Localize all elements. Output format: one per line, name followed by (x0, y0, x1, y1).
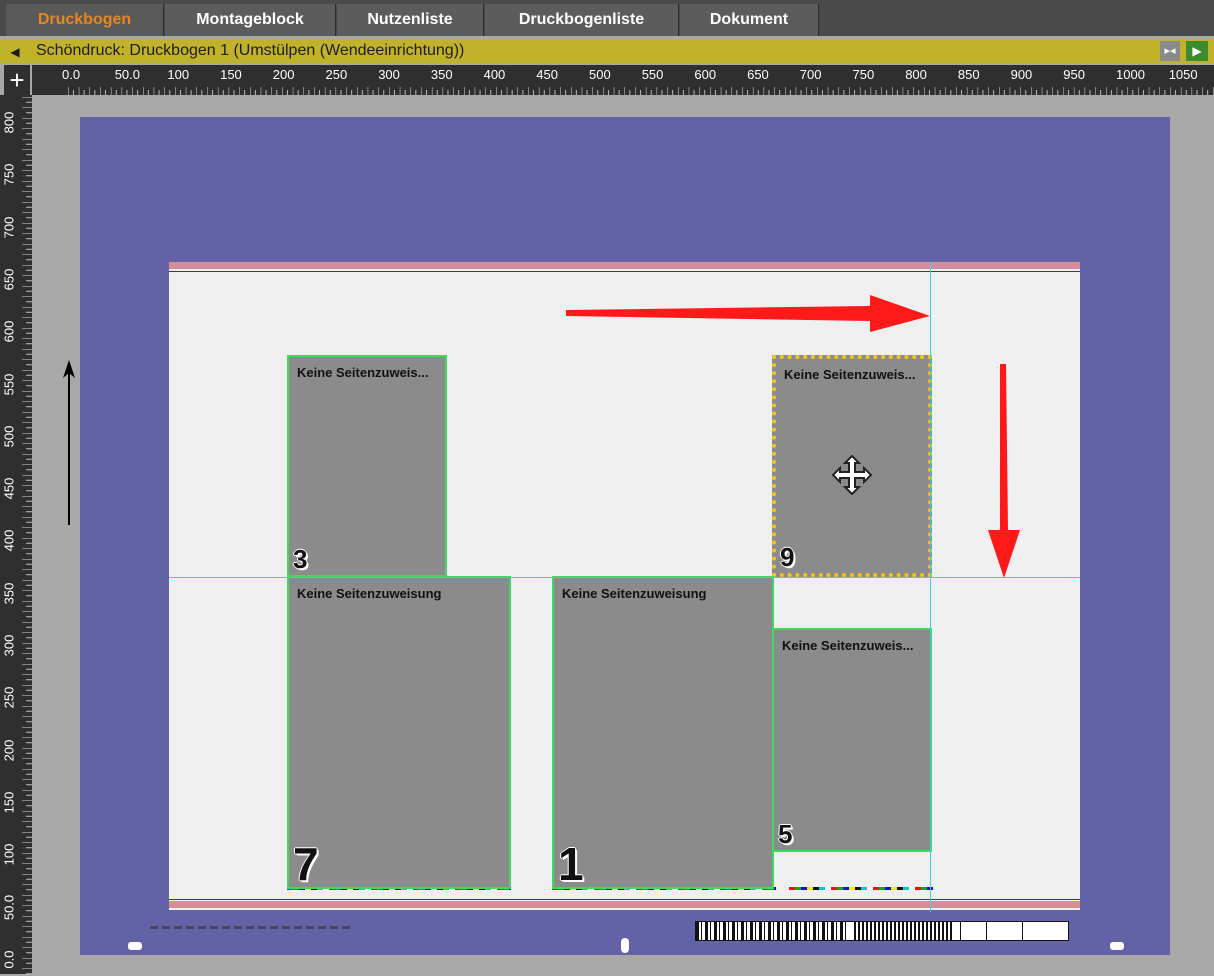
ruler-label: 350 (1, 582, 17, 605)
ruler-label: 50.0 (1, 894, 17, 920)
ruler-label: 250 (1, 686, 17, 709)
ruler-label: 750 (852, 67, 875, 82)
tab-druckbogen[interactable]: Druckbogen (6, 4, 164, 36)
tab-dokument[interactable]: Dokument (680, 4, 819, 36)
page-5[interactable]: Keine Seitenzuweis... 5 (772, 628, 932, 852)
sheet-edge-top (169, 262, 1080, 269)
sheet-bar: ◀ Schöndruck: Druckbogen 1 (Umstülpen (W… (0, 39, 1214, 63)
page-label: Keine Seitenzuweis... (784, 367, 916, 382)
ruler-label: 750 (1, 163, 17, 186)
ruler-label: 150 (220, 67, 242, 82)
resize-handle[interactable] (1110, 942, 1124, 950)
ruler-label: 200 (1, 739, 17, 761)
ruler-label: 50.0 (114, 67, 140, 82)
triangle-right-icon[interactable]: ▶ (1186, 41, 1208, 61)
ruler-label: 400 (483, 67, 506, 82)
press-sheet[interactable]: Keine Seitenzuweis... 3 Keine Seitenzuwe… (169, 262, 1080, 910)
ruler-label: 1000 (1116, 67, 1145, 82)
color-bar (789, 887, 934, 890)
page-9[interactable]: Keine Seitenzuweis... 9 (772, 355, 932, 577)
page-1[interactable]: Keine Seitenzuweisung 1 (552, 576, 774, 890)
ruler-label: 600 (1, 320, 17, 343)
gripper-line-bottom (169, 899, 1080, 900)
resize-handle[interactable] (128, 942, 142, 950)
page-number: 3 (293, 544, 308, 574)
resize-handle[interactable] (621, 938, 629, 953)
ruler-label: 950 (1063, 67, 1085, 82)
crosshair-icon[interactable]: + (4, 65, 30, 95)
triangle-left-icon[interactable]: ◀ (6, 43, 24, 61)
ruler-label: 250 (325, 67, 348, 82)
ruler-label: 300 (378, 67, 400, 82)
page-number: 9 (780, 542, 795, 572)
ruler-label: 200 (272, 67, 295, 82)
slug-text (150, 926, 350, 929)
barcode (854, 922, 954, 940)
ruler-label: 450 (536, 67, 558, 82)
gripper-line-top (169, 271, 1080, 272)
arrow-up-icon (63, 360, 75, 525)
page-number: 5 (778, 819, 793, 849)
ruler-label: 500 (1, 425, 17, 448)
page-number: 1 (558, 838, 584, 890)
tab-montageblock[interactable]: Montageblock (165, 4, 336, 36)
ruler-label: 850 (957, 67, 980, 82)
page-label: Keine Seitenzuweisung (297, 586, 442, 601)
tab-bar: Druckbogen Montageblock Nutzenliste Druc… (0, 0, 1214, 36)
ruler-label: 900 (1010, 67, 1033, 82)
ruler-label: 450 (1, 477, 17, 500)
ruler-label: 150 (1, 791, 17, 814)
barcode (696, 922, 846, 940)
ruler-label: 700 (1, 216, 17, 238)
guide-line-vertical[interactable] (930, 262, 931, 912)
ruler-label: 650 (747, 67, 769, 82)
tab-nutzenliste[interactable]: Nutzenliste (337, 4, 484, 36)
ruler-label: 100 (167, 67, 190, 82)
vertical-ruler[interactable]: 800 750 700 650 600 550 500 450 400 350 300 250 200 1… (0, 95, 32, 974)
page-label: Keine Seitenzuweis... (782, 638, 914, 653)
red-arrow-down-icon (988, 364, 1020, 578)
ruler-label: 500 (589, 67, 611, 82)
move-cursor-icon (832, 455, 872, 495)
page-number: 7 (293, 838, 319, 890)
sheet-title: Schöndruck: Druckbogen 1 (Umstülpen (Wen… (36, 42, 465, 59)
ruler-label: 550 (641, 67, 664, 82)
ruler-label: 700 (799, 67, 822, 82)
ruler-label: 650 (1, 268, 17, 291)
ruler-label: 0.0 (62, 67, 81, 82)
guide-line-horizontal[interactable] (169, 577, 1080, 578)
red-arrow-right-icon (566, 295, 930, 332)
ruler-label: 550 (1, 373, 17, 395)
ruler-label: 800 (905, 67, 927, 82)
ruler-label: 1050 (1168, 67, 1198, 82)
ruler-label: 600 (694, 67, 717, 82)
page-label: Keine Seitenzuweisung (562, 586, 707, 601)
sheet-edge-bottom (169, 901, 1080, 908)
page-7[interactable]: Keine Seitenzuweisung 7 (287, 576, 511, 890)
tab-druckbogenliste[interactable]: Druckbogenliste (485, 4, 679, 36)
ruler-label: 350 (430, 67, 453, 82)
flip-icon[interactable]: ▸◂ (1160, 41, 1180, 61)
page-label: Keine Seitenzuweis... (297, 365, 429, 380)
ruler-corner[interactable]: + (4, 65, 30, 95)
ruler-label: 100 (1, 843, 17, 866)
barcode-strip (695, 921, 1069, 941)
page-3[interactable]: Keine Seitenzuweis... 3 (287, 355, 447, 577)
ruler-label: 300 (1, 634, 17, 657)
ruler-label: 0.0 (1, 950, 17, 969)
ruler-label: 800 (1, 111, 17, 134)
ruler-ticks (68, 65, 1214, 95)
horizontal-ruler[interactable]: 0.0 50.0 100 150 200 250 300 350 400 450 500 550 600… (32, 65, 1214, 95)
ruler-label: 400 (1, 530, 17, 552)
